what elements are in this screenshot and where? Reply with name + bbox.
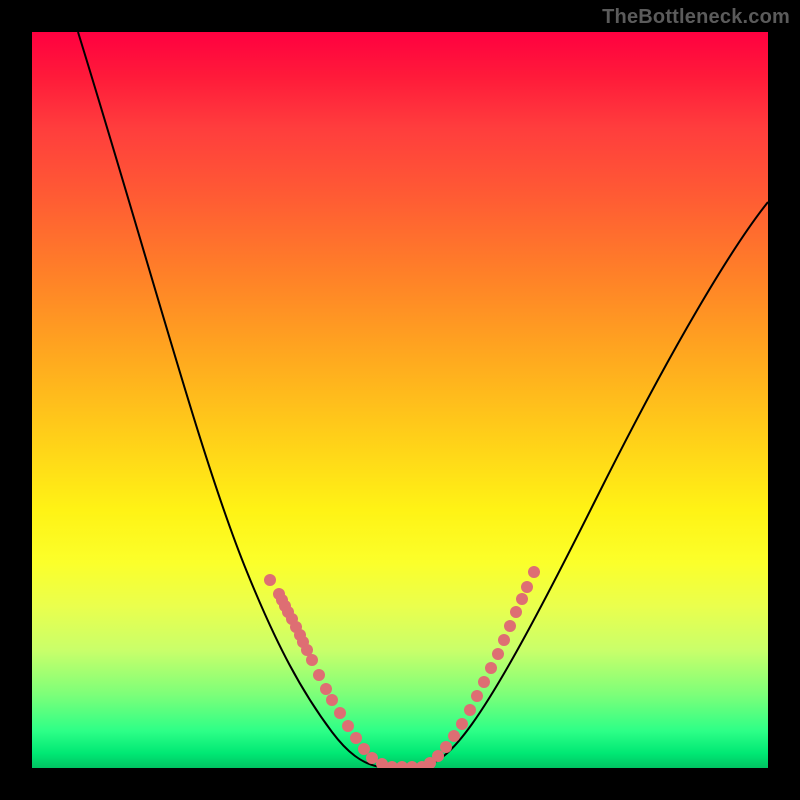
marker-right-8 [471,690,483,702]
marker-right-9 [478,676,490,688]
watermark-text: TheBottleneck.com [602,6,790,29]
chart-frame: TheBottleneck.com [0,0,800,800]
marker-left-0 [264,574,276,586]
markers-right-group [406,566,540,768]
marker-left-14 [334,707,346,719]
marker-right-4 [440,741,452,753]
marker-right-17 [528,566,540,578]
marker-right-11 [492,648,504,660]
marker-left-13 [326,694,338,706]
curve-layer [32,32,768,768]
marker-left-10 [306,654,318,666]
marker-right-16 [521,581,533,593]
marker-right-12 [498,634,510,646]
marker-right-5 [448,730,460,742]
curve-left-branch [78,32,380,767]
marker-left-17 [358,743,370,755]
marker-right-13 [504,620,516,632]
marker-left-15 [342,720,354,732]
marker-left-18 [366,752,378,764]
marker-right-7 [464,704,476,716]
marker-right-3 [432,750,444,762]
marker-left-12 [320,683,332,695]
marker-right-6 [456,718,468,730]
markers-left-group [264,574,408,768]
marker-left-11 [313,669,325,681]
marker-right-10 [485,662,497,674]
marker-right-14 [510,606,522,618]
plot-area [32,32,768,768]
marker-left-16 [350,732,362,744]
marker-right-15 [516,593,528,605]
curve-right-branch [422,202,768,767]
